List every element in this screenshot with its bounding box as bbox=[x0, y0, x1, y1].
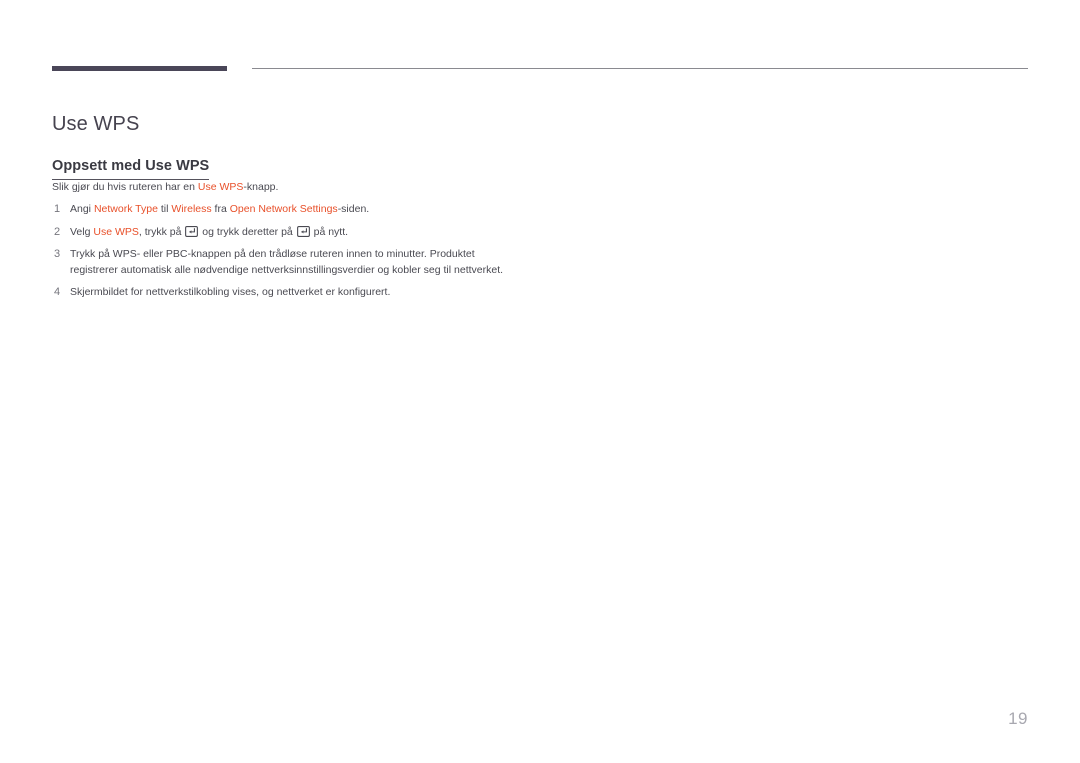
procedure-list: 1 Angi Network Type til Wireless fra Open… bbox=[52, 202, 522, 301]
step-number: 3 bbox=[54, 248, 61, 260]
manual-page: Use WPS Oppsett med Use WPS Slik gjør du… bbox=[0, 0, 1080, 763]
accent-term: Open Network Settings bbox=[229, 203, 338, 215]
step-text: Skjermbildet for nettverkstilkobling vis… bbox=[70, 286, 391, 298]
accent-term: Network Type bbox=[93, 203, 158, 215]
step-text: Velg Use WPS, trykk på og trykk deretter… bbox=[70, 225, 349, 238]
enter-key-icon bbox=[185, 225, 199, 237]
accent-term: Wireless bbox=[171, 203, 212, 215]
accent-term: Use WPS bbox=[197, 181, 244, 193]
header-rule-thin bbox=[252, 68, 1028, 69]
step-number: 4 bbox=[54, 286, 61, 298]
step-number: 1 bbox=[54, 203, 61, 215]
page-title: Use WPS bbox=[52, 113, 140, 136]
content-body: Slik gjør du hvis ruteren har en Use WPS… bbox=[52, 180, 522, 301]
header-rule-thick bbox=[52, 66, 227, 71]
step-text: Angi Network Type til Wireless fra Open … bbox=[70, 203, 370, 215]
procedure-step: 3 Trykk på WPS- eller PBC-knappen på den … bbox=[52, 247, 522, 278]
enter-key-icon bbox=[296, 225, 310, 237]
procedure-step: 4 Skjermbildet for nettverkstilkobling vi… bbox=[52, 285, 522, 301]
procedure-step: 2 Velg Use WPS, trykk på og trykk derette… bbox=[52, 225, 522, 241]
page-number: 19 bbox=[1008, 709, 1028, 728]
procedure-step: 1 Angi Network Type til Wireless fra Open… bbox=[52, 202, 522, 218]
header-rule-group bbox=[0, 66, 1080, 74]
section-heading: Oppsett med Use WPS bbox=[52, 158, 210, 181]
step-number: 2 bbox=[54, 225, 61, 238]
step-text: Trykk på WPS- eller PBC-knappen på den t… bbox=[70, 248, 504, 276]
accent-term: Use WPS bbox=[93, 225, 139, 238]
intro-paragraph: Slik gjør du hvis ruteren har en Use WPS… bbox=[52, 181, 279, 193]
